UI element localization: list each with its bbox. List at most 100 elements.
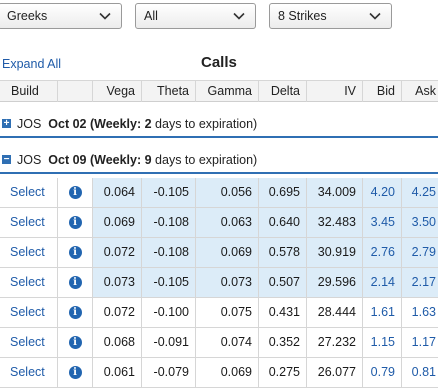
bid-cell[interactable]: 2.76	[363, 238, 402, 267]
strikes-dropdown[interactable]: 8 Strikes	[269, 3, 392, 29]
expiry-date: Oct 02	[48, 117, 87, 131]
delta-cell: 0.695	[259, 178, 307, 207]
column-header-delta[interactable]: Delta	[259, 81, 307, 102]
iv-cell: 27.232	[307, 328, 363, 357]
theta-cell: -0.105	[142, 268, 196, 297]
gamma-cell: 0.069	[196, 358, 259, 387]
strikes-dropdown-value: 8 Strikes	[278, 9, 327, 23]
expand-all-link[interactable]: Expand All	[2, 57, 61, 71]
column-header-build[interactable]: Build	[0, 81, 58, 102]
info-icon[interactable]: i	[68, 336, 82, 350]
info-cell: i	[58, 208, 93, 237]
select-link[interactable]: Select	[0, 365, 45, 379]
expiry-suffix: days to expiration)	[151, 153, 258, 167]
bid-cell[interactable]: 3.45	[363, 208, 402, 237]
info-icon[interactable]: i	[68, 306, 82, 320]
info-icon[interactable]: i	[68, 216, 82, 230]
select-link[interactable]: Select	[0, 245, 45, 259]
expiry-group-header[interactable]: + JOS Oct 02 (Weekly: 2 days to expirati…	[0, 110, 438, 138]
vega-cell: 0.073	[93, 268, 142, 297]
vega-cell: 0.072	[93, 238, 142, 267]
info-cell: i	[58, 238, 93, 267]
table-row: Select i 0.072 -0.108 0.069 0.578 30.919…	[0, 238, 438, 268]
build-cell: Select	[0, 208, 58, 237]
gamma-cell: 0.073	[196, 268, 259, 297]
info-cell: i	[58, 328, 93, 357]
build-cell: Select	[0, 268, 58, 297]
build-cell: Select	[0, 298, 58, 327]
info-icon[interactable]: i	[68, 366, 82, 380]
section-title: Calls	[201, 54, 237, 71]
theta-cell: -0.105	[142, 178, 196, 207]
build-cell: Select	[0, 238, 58, 267]
iv-cell: 29.596	[307, 268, 363, 297]
ask-cell[interactable]: 4.25	[402, 178, 438, 207]
vega-cell: 0.068	[93, 328, 142, 357]
ask-cell[interactable]: 0.81	[402, 358, 438, 387]
iv-cell: 26.077	[307, 358, 363, 387]
expiry-days: 9	[144, 153, 152, 167]
expiry-group-header[interactable]: − JOS Oct 09 (Weekly: 9 days to expirati…	[0, 146, 438, 174]
expiry-label: JOS Oct 02 (Weekly: 2 days to expiration…	[17, 110, 257, 138]
iv-cell: 28.444	[307, 298, 363, 327]
column-header-gamma[interactable]: Gamma	[196, 81, 259, 102]
info-icon[interactable]: i	[68, 246, 82, 260]
ask-cell[interactable]: 3.50	[402, 208, 438, 237]
expiry-days: 2	[144, 117, 152, 131]
column-header-ask[interactable]: Ask	[402, 81, 438, 102]
delta-cell: 0.578	[259, 238, 307, 267]
theta-cell: -0.100	[142, 298, 196, 327]
column-header-bid[interactable]: Bid	[363, 81, 402, 102]
select-link[interactable]: Select	[0, 185, 45, 199]
column-header-theta[interactable]: Theta	[142, 81, 196, 102]
info-cell: i	[58, 298, 93, 327]
type-dropdown[interactable]: All	[135, 3, 256, 29]
bid-cell[interactable]: 1.61	[363, 298, 402, 327]
table-header: Build Vega Theta Gamma Delta IV Bid Ask	[0, 80, 438, 102]
column-header-iv[interactable]: IV	[307, 81, 363, 102]
type-dropdown-value: All	[144, 9, 158, 23]
column-header-info	[58, 81, 93, 102]
filter-bar: Greeks All 8 Strikes	[0, 3, 438, 31]
iv-cell: 32.483	[307, 208, 363, 237]
select-link[interactable]: Select	[0, 215, 45, 229]
theta-cell: -0.079	[142, 358, 196, 387]
bid-cell[interactable]: 0.79	[363, 358, 402, 387]
select-link[interactable]: Select	[0, 275, 45, 289]
ask-cell[interactable]: 1.63	[402, 298, 438, 327]
delta-cell: 0.507	[259, 268, 307, 297]
gamma-cell: 0.056	[196, 178, 259, 207]
table-row: Select i 0.068 -0.091 0.074 0.352 27.232…	[0, 328, 438, 358]
ask-cell[interactable]: 1.17	[402, 328, 438, 357]
expand-toggle-icon[interactable]: +	[2, 119, 11, 129]
greeks-dropdown[interactable]: Greeks	[0, 3, 122, 29]
select-link[interactable]: Select	[0, 335, 45, 349]
expiry-prefix: (Weekly:	[89, 153, 145, 167]
info-cell: i	[58, 178, 93, 207]
gamma-cell: 0.069	[196, 238, 259, 267]
expiry-symbol: JOS	[17, 117, 42, 131]
vega-cell: 0.069	[93, 208, 142, 237]
build-cell: Select	[0, 328, 58, 357]
info-icon[interactable]: i	[68, 186, 82, 200]
expiry-date: Oct 09	[48, 153, 87, 167]
delta-cell: 0.640	[259, 208, 307, 237]
table-row: Select i 0.061 -0.079 0.069 0.275 26.077…	[0, 358, 438, 388]
table-row: Select i 0.073 -0.105 0.073 0.507 29.596…	[0, 268, 438, 298]
bid-cell[interactable]: 4.20	[363, 178, 402, 207]
ask-cell[interactable]: 2.17	[402, 268, 438, 297]
info-icon[interactable]: i	[68, 276, 82, 290]
table-row: Select i 0.064 -0.105 0.056 0.695 34.009…	[0, 178, 438, 208]
info-cell: i	[58, 268, 93, 297]
bid-cell[interactable]: 1.15	[363, 328, 402, 357]
delta-cell: 0.431	[259, 298, 307, 327]
chevron-down-icon	[369, 12, 381, 20]
bid-cell[interactable]: 2.14	[363, 268, 402, 297]
select-link[interactable]: Select	[0, 305, 45, 319]
theta-cell: -0.108	[142, 238, 196, 267]
column-header-vega[interactable]: Vega	[93, 81, 142, 102]
collapse-toggle-icon[interactable]: −	[2, 155, 11, 165]
ask-cell[interactable]: 2.79	[402, 238, 438, 267]
expiry-prefix: (Weekly:	[89, 117, 145, 131]
iv-cell: 34.009	[307, 178, 363, 207]
